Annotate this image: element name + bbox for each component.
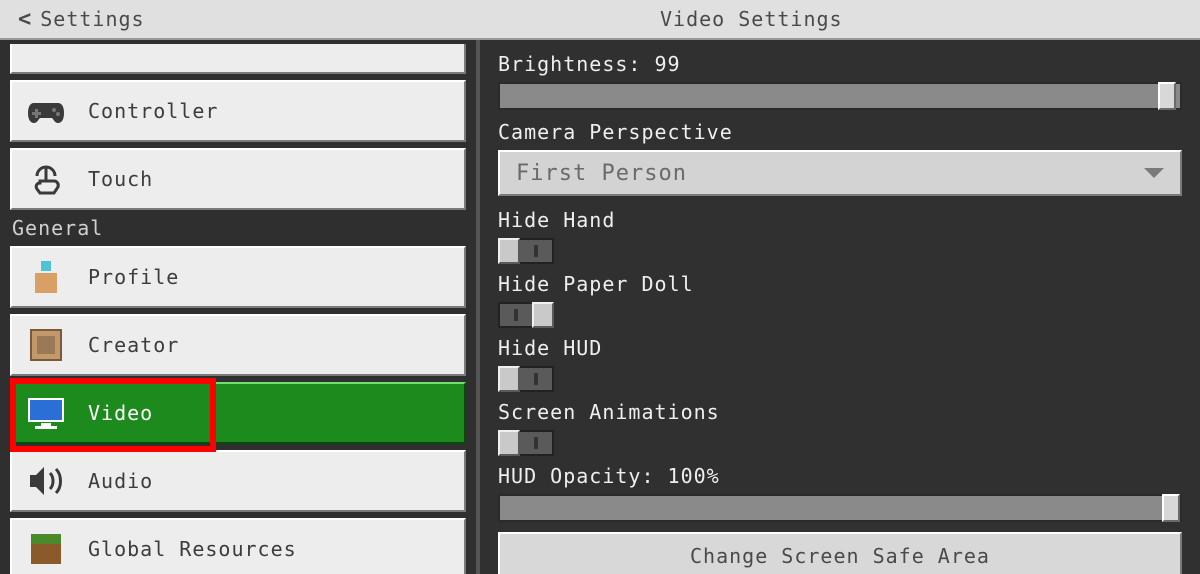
grass-block-icon bbox=[26, 529, 66, 569]
sidebar-item-label: Profile bbox=[88, 265, 179, 289]
hide-hud-label: Hide HUD bbox=[498, 336, 1182, 360]
toggle-tick bbox=[534, 437, 538, 449]
touch-icon bbox=[26, 159, 66, 199]
button-label: Change Screen Safe Area bbox=[690, 544, 990, 568]
screen-animations-label: Screen Animations bbox=[498, 400, 1182, 424]
hide-hud-toggle[interactable] bbox=[498, 366, 554, 392]
toggle-thumb bbox=[498, 238, 520, 264]
hide-paper-doll-toggle[interactable] bbox=[498, 302, 554, 328]
slider-thumb[interactable] bbox=[1162, 494, 1180, 522]
sidebar-item-video[interactable]: Video bbox=[10, 382, 466, 444]
sidebar-item-label: Touch bbox=[88, 167, 153, 191]
hud-opacity-label: HUD Opacity: 100% bbox=[498, 464, 1182, 488]
brightness-label: Brightness: 99 bbox=[498, 52, 1182, 76]
dropdown-value: First Person bbox=[516, 161, 687, 186]
keyboard-icon bbox=[26, 40, 66, 78]
creator-icon bbox=[26, 325, 66, 365]
camera-perspective-label: Camera Perspective bbox=[498, 120, 1182, 144]
toggle-tick bbox=[514, 309, 518, 321]
toggle-tick bbox=[534, 245, 538, 257]
top-bar: < Settings Video Settings bbox=[0, 0, 1200, 40]
hide-hand-label: Hide Hand bbox=[498, 208, 1182, 232]
monitor-icon bbox=[26, 393, 66, 433]
screen-animations-toggle[interactable] bbox=[498, 430, 554, 456]
sidebar-item-audio[interactable]: Audio bbox=[10, 450, 466, 512]
speaker-icon bbox=[26, 461, 66, 501]
chevron-down-icon bbox=[1144, 168, 1164, 178]
back-label: Settings bbox=[40, 7, 144, 31]
sidebar-item-label: Controller bbox=[88, 99, 218, 123]
profile-icon bbox=[26, 257, 66, 297]
slider-thumb[interactable] bbox=[1158, 82, 1176, 110]
video-settings-panel: Brightness: 99 Camera Perspective First … bbox=[480, 40, 1200, 574]
toggle-thumb bbox=[532, 302, 554, 328]
toggle-tick bbox=[534, 373, 538, 385]
toggle-thumb bbox=[498, 366, 520, 392]
sidebar-item-creator[interactable]: Creator bbox=[10, 314, 466, 376]
sidebar-item-label: Audio bbox=[88, 469, 153, 493]
sidebar-section-general: General bbox=[12, 216, 466, 240]
camera-perspective-dropdown[interactable]: First Person bbox=[498, 150, 1182, 196]
sidebar-item-global-resources[interactable]: Global Resources bbox=[10, 518, 466, 574]
back-button[interactable]: < Settings bbox=[0, 0, 163, 38]
settings-sidebar: Controller Touch General Profile Creator bbox=[0, 40, 480, 574]
sidebar-item-label: Video bbox=[88, 401, 153, 425]
gamepad-icon bbox=[26, 91, 66, 131]
page-title: Video Settings bbox=[660, 7, 843, 31]
brightness-slider[interactable] bbox=[498, 82, 1182, 110]
sidebar-item-touch[interactable]: Touch bbox=[10, 148, 466, 210]
hide-paper-doll-label: Hide Paper Doll bbox=[498, 272, 1182, 296]
sidebar-item-profile[interactable]: Profile bbox=[10, 246, 466, 308]
change-screen-safe-area-button[interactable]: Change Screen Safe Area bbox=[498, 532, 1182, 574]
sidebar-item-label: Creator bbox=[88, 333, 179, 357]
hud-opacity-slider[interactable] bbox=[498, 494, 1182, 522]
toggle-thumb bbox=[498, 430, 520, 456]
sidebar-item-keyboard[interactable] bbox=[10, 44, 466, 74]
hide-hand-toggle[interactable] bbox=[498, 238, 554, 264]
chevron-left-icon: < bbox=[18, 7, 32, 32]
sidebar-item-controller[interactable]: Controller bbox=[10, 80, 466, 142]
sidebar-item-label: Global Resources bbox=[88, 537, 297, 561]
